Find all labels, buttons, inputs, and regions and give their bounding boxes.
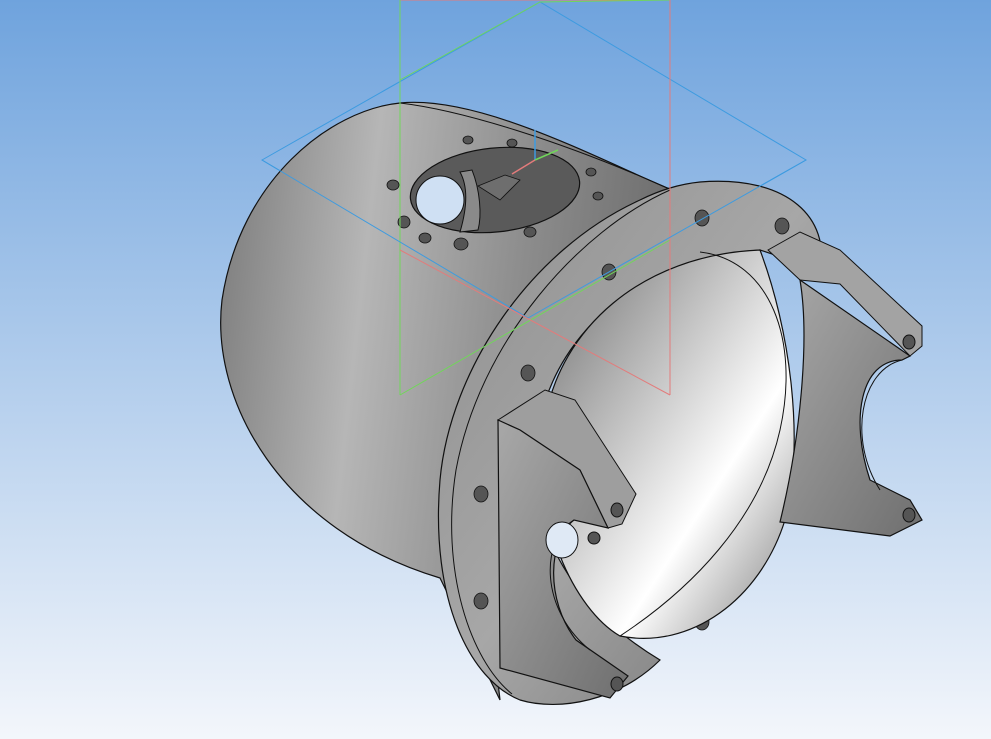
bracket-cutout-left: [545, 521, 579, 559]
3d-model-viewport[interactable]: [0, 0, 991, 739]
bracket-hole-right-bottom: [902, 507, 916, 523]
bracket-hole-left-mid: [587, 531, 601, 545]
model-canvas[interactable]: [0, 0, 991, 739]
bracket-hole-left-top: [610, 502, 624, 518]
bracket-hole-right-top: [902, 334, 916, 350]
bracket-hole-left-bottom: [610, 676, 624, 692]
